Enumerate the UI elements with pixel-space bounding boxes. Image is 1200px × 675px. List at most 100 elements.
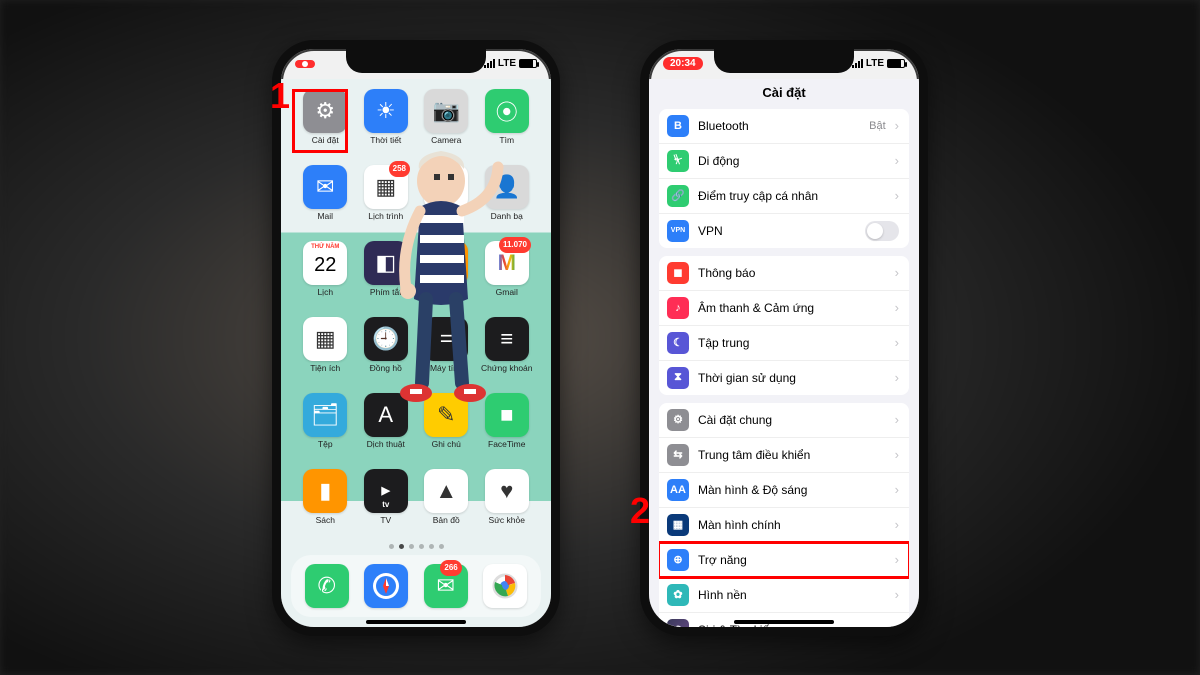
app-label: Máy tính [430, 364, 463, 373]
app-lịch-trình[interactable]: ▦258Lịch trình [356, 165, 417, 231]
dock-app-điện-thoại[interactable]: ✆ [305, 564, 349, 608]
dock-app-safari[interactable] [364, 564, 408, 608]
app-gmail[interactable]: M11.070Gmail [477, 241, 538, 307]
settings-row-thoi-gian-su-dung[interactable]: ⧗Thời gian sử dụng› [659, 361, 909, 395]
notch [346, 49, 486, 73]
app-icon: ▲ [424, 469, 468, 513]
app-lịch[interactable]: THỨ NĂM22Lịch [295, 241, 356, 307]
home-indicator[interactable] [366, 620, 466, 624]
app-icon: ▮ [303, 469, 347, 513]
app-phím-tắt[interactable]: ◧ Phím tắt [356, 241, 417, 307]
chevron-icon: › [895, 265, 899, 280]
settings-group: ◼Thông báo›♪Âm thanh & Cảm ứng›☾Tập trun… [659, 256, 909, 395]
app-icon: ♥ [485, 469, 529, 513]
app-đồng-hồ[interactable]: 🕘Đồng hồ [356, 317, 417, 383]
row-icon: ♪ [667, 297, 689, 319]
app-sức-khỏe[interactable]: ♥ Sức khỏe [477, 469, 538, 535]
chevron-icon: › [895, 552, 899, 567]
settings-row--iem-truy-cap-ca-nhan[interactable]: 🔗Điểm truy cập cá nhân› [659, 179, 909, 214]
row-label: VPN [698, 224, 856, 238]
settings-list[interactable]: BBluetoothBật›⏧Di động›🔗Điểm truy cập cá… [649, 107, 919, 627]
settings-row-bluetooth[interactable]: BBluetoothBật› [659, 109, 909, 144]
page-dots [281, 544, 551, 549]
chevron-icon: › [895, 188, 899, 203]
app-dịch-thuật[interactable]: ADịch thuật [356, 393, 417, 459]
row-label: Màn hình & Độ sáng [698, 483, 886, 497]
app-nhà[interactable]: ⌂Nhà [416, 241, 477, 307]
app-icon: = [424, 317, 468, 361]
settings-row-thong-bao[interactable]: ◼ Thông báo › [659, 256, 909, 291]
app-label: Sức khỏe [489, 516, 525, 525]
app-label: Nhà [438, 288, 454, 297]
app-ghi-chú[interactable]: ✎ Ghi chú [416, 393, 477, 459]
app-chứng-khoán[interactable]: ≡ Chứng khoán [477, 317, 538, 383]
app-tìm[interactable]: ⦿Tìm [477, 89, 538, 155]
settings-row-hinh-nen[interactable]: ✿ Hình nền › [659, 578, 909, 613]
row-icon: ◼ [667, 262, 689, 284]
app-label: Ghi chú [432, 440, 461, 449]
settings-row-man-hinh-chinh[interactable]: ▦Màn hình chính› [659, 508, 909, 543]
app-label: Phím tắt [370, 288, 402, 297]
app-label: Bản đồ [433, 516, 460, 525]
app-danh-bạ[interactable]: 👤Danh bạ [477, 165, 538, 231]
row-label: Trung tâm điều khiển [698, 448, 886, 462]
app-sách[interactable]: ▮Sách [295, 469, 356, 535]
app-bản-đồ[interactable]: ▲ Bản đồ [416, 469, 477, 535]
app-label: TV [380, 516, 391, 525]
row-icon: ◉ [667, 619, 689, 627]
row-label: Bluetooth [698, 119, 860, 133]
callout-number-2: 2 [630, 490, 650, 532]
app-facetime[interactable]: ■FaceTime [477, 393, 538, 459]
app-thời-tiết[interactable]: ☀Thời tiết [356, 89, 417, 155]
row-icon: ⊕ [667, 549, 689, 571]
row-icon: ⇆ [667, 444, 689, 466]
row-icon: ⧗ [667, 367, 689, 389]
phone-settings: 20:34 LTE Cài đặt BBluetoothBật›⏧Di động… [640, 40, 928, 636]
app-icon: ▦ [303, 317, 347, 361]
toggle[interactable] [865, 221, 899, 241]
chevron-icon: › [895, 447, 899, 462]
app-icon: A [364, 393, 408, 437]
dock-app-chrome[interactable] [483, 564, 527, 608]
chevron-icon: › [895, 118, 899, 133]
app-label: Chứng khoán [481, 364, 533, 373]
app-cài-đặt[interactable]: ⚙︎Cài đặt [295, 89, 356, 155]
app-máy-tính[interactable]: = Máy tính [416, 317, 477, 383]
row-label: Hình nền [698, 588, 886, 602]
settings-row-trung-tam-ieu-khien[interactable]: ⇆ Trung tâm điều khiển › [659, 438, 909, 473]
carrier-label: LTE [866, 58, 884, 69]
dock-app-tin-nhắn[interactable]: ✉266 [424, 564, 468, 608]
app-tệp[interactable]: 🗂Tệp [295, 393, 356, 459]
app-icon [483, 564, 527, 608]
app-icon: THỨ NĂM22 [303, 241, 347, 285]
row-icon: ✿ [667, 584, 689, 606]
callout-number-1: 1 [270, 75, 290, 117]
settings-row-di-ong[interactable]: ⏧Di động› [659, 144, 909, 179]
row-icon: ☾ [667, 332, 689, 354]
settings-row-am-thanh-cam-ung[interactable]: ♪Âm thanh & Cảm ứng› [659, 291, 909, 326]
settings-row-tap-trung[interactable]: ☾Tập trung› [659, 326, 909, 361]
row-label: Điểm truy cập cá nhân [698, 189, 886, 203]
app-tv[interactable]: ▶tvTV [356, 469, 417, 535]
settings-row-cai-at-chung[interactable]: ⚙︎Cài đặt chung› [659, 403, 909, 438]
app-icon: ✎ [424, 393, 468, 437]
app-icon: 📷 [424, 89, 468, 133]
app-icon: ◧ [364, 241, 408, 285]
chevron-icon: › [895, 587, 899, 602]
settings-row-vpn[interactable]: VPNVPN [659, 214, 909, 248]
app-label: Danh bạ [491, 212, 523, 221]
app-icon: ≡ [485, 317, 529, 361]
chevron-icon: › [895, 300, 899, 315]
status-right: LTE [484, 58, 537, 69]
row-label: Cài đặt chung [698, 413, 886, 427]
app-tiện-ích[interactable]: ▦Tiện ích [295, 317, 356, 383]
settings-row-tro-nang[interactable]: ⊕Trợ năng› [659, 543, 909, 578]
app-label: Gmail [496, 288, 518, 297]
settings-row-man-hinh-o-sang[interactable]: AAMàn hình & Độ sáng› [659, 473, 909, 508]
app-camera[interactable]: 📷Camera [416, 89, 477, 155]
app-mail[interactable]: ✉︎Mail [295, 165, 356, 231]
home-indicator[interactable] [734, 620, 834, 624]
app-label: Đồng hồ [370, 364, 402, 373]
app-ảnh[interactable]: ✿Ảnh [416, 165, 477, 231]
row-label: Thông báo [698, 266, 886, 280]
